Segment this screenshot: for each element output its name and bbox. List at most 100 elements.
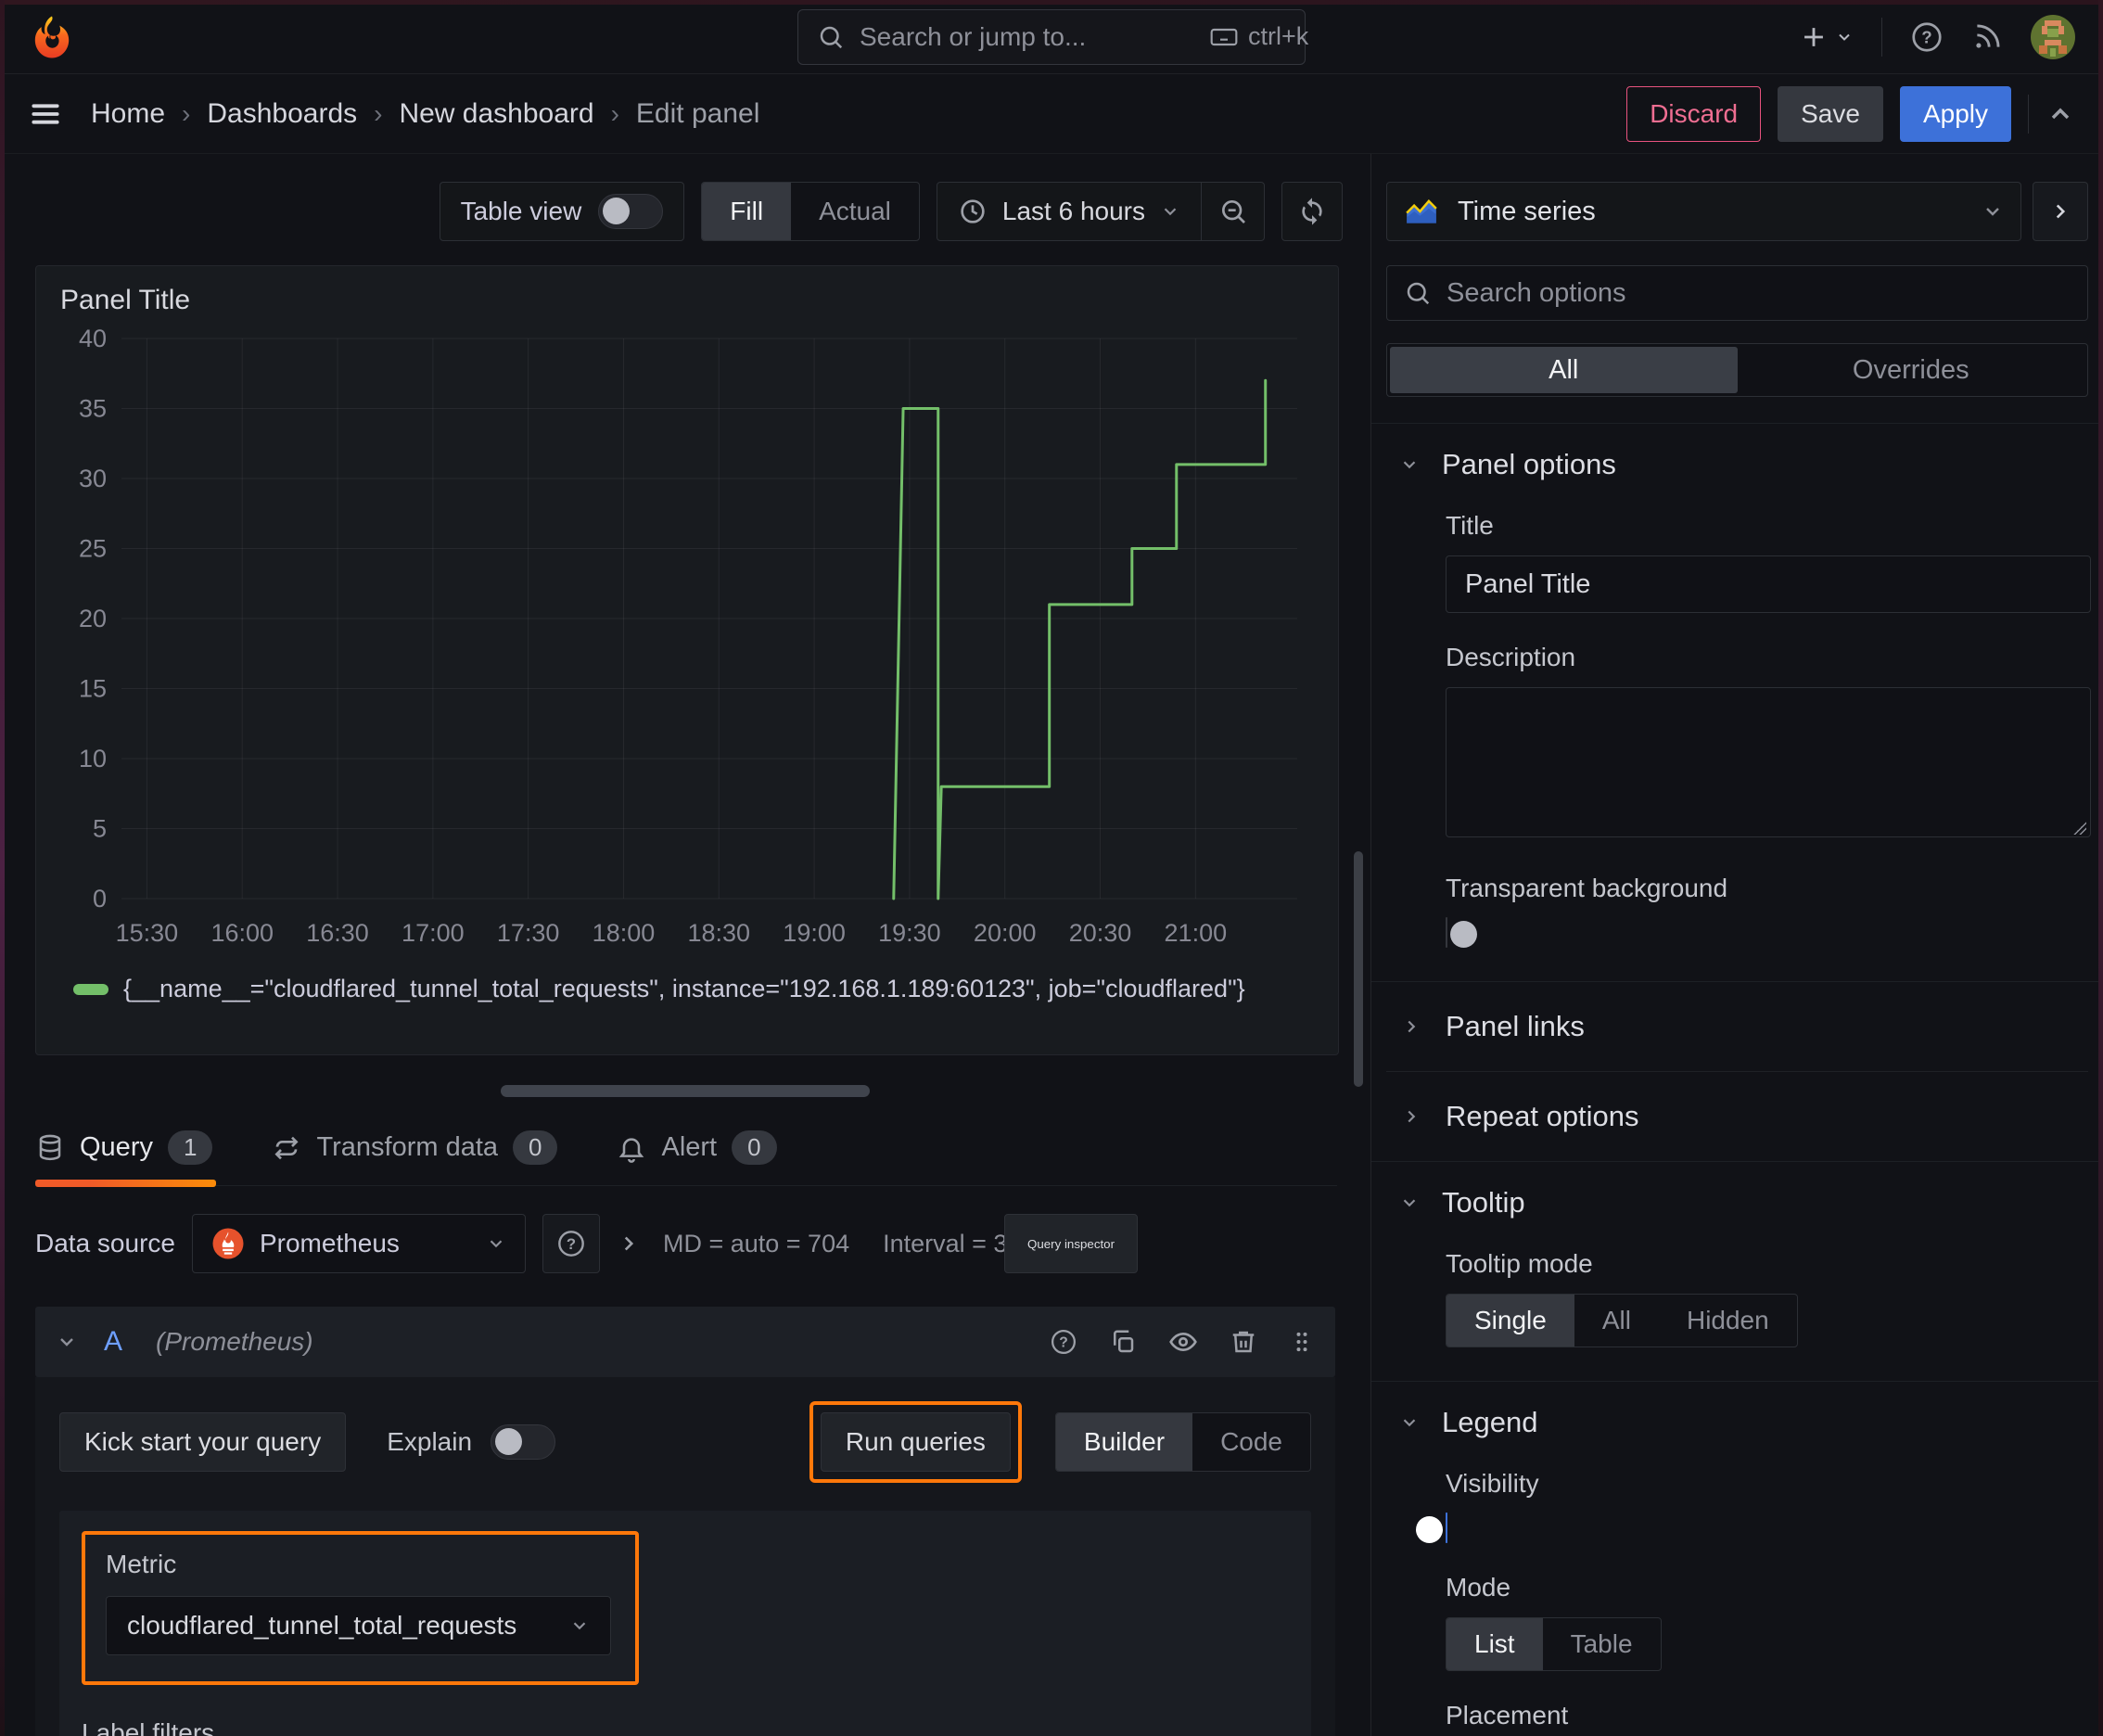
refresh-button[interactable] <box>1281 182 1343 241</box>
visualization-picker[interactable]: Time series <box>1386 182 2021 241</box>
svg-text:18:30: 18:30 <box>687 919 750 947</box>
segment-option-single[interactable]: Single <box>1447 1295 1574 1347</box>
legend-placement-label: Placement <box>1446 1701 1569 1730</box>
transparent-background-toggle[interactable] <box>1446 917 1447 948</box>
metric-label: Metric <box>106 1550 177 1578</box>
svg-text:15:30: 15:30 <box>116 919 179 947</box>
time-series-chart[interactable]: 0 5 10 15 20 25 30 35 40 15:30 16:00 16:30 17:00 17:3… <box>60 324 1319 973</box>
kick-start-button[interactable]: Kick start your query <box>59 1412 347 1472</box>
svg-text:30: 30 <box>79 465 107 492</box>
description-label: Description <box>1446 643 1576 671</box>
section-repeat-options[interactable]: Repeat options <box>1386 1071 2088 1161</box>
time-range-button[interactable]: Last 6 hours <box>937 197 1201 226</box>
toggle-viz-pane-button[interactable] <box>2033 182 2088 241</box>
section-panel-links[interactable]: Panel links <box>1386 982 2088 1071</box>
svg-text:?: ? <box>567 1235 576 1253</box>
svg-text:10: 10 <box>79 745 107 772</box>
news-icon[interactable] <box>1971 21 2003 53</box>
duplicate-query-icon[interactable] <box>1109 1328 1137 1356</box>
chevron-down-icon <box>1399 454 1420 475</box>
svg-text:16:00: 16:00 <box>210 919 274 947</box>
datasource-picker[interactable]: Prometheus <box>191 1214 526 1273</box>
segment-option-actual[interactable]: Actual <box>791 183 919 240</box>
segment-option-code[interactable]: Code <box>1192 1413 1310 1471</box>
prometheus-icon <box>211 1227 245 1260</box>
metric-select[interactable]: cloudflared_tunnel_total_requests <box>106 1596 611 1655</box>
max-data-points: MD = auto = 704 <box>662 1229 850 1257</box>
panel-options-header[interactable]: Panel options <box>1386 448 2088 481</box>
delete-query-icon[interactable] <box>1230 1328 1257 1356</box>
query-inspector-button[interactable]: Query inspector <box>1003 1214 1139 1273</box>
svg-text:17:00: 17:00 <box>401 919 465 947</box>
segment-option-list[interactable]: List <box>1447 1618 1543 1670</box>
menu-icon[interactable] <box>28 96 63 132</box>
breadcrumb-item[interactable]: New dashboard <box>399 98 593 130</box>
breadcrumb-item[interactable]: Dashboards <box>207 98 357 130</box>
legend-series-name[interactable]: {__name__="cloudflared_tunnel_total_requ… <box>123 975 1245 1003</box>
datasource-help-button[interactable]: ? <box>542 1214 600 1273</box>
chevron-down-icon[interactable] <box>56 1331 78 1353</box>
description-textarea[interactable] <box>1446 687 2091 837</box>
breadcrumb-separator: › <box>374 98 383 128</box>
segment-option-fill[interactable]: Fill <box>702 183 792 240</box>
save-button[interactable]: Save <box>1778 85 1883 142</box>
drag-handle-icon[interactable] <box>1289 1329 1315 1355</box>
options-sidebar: Time series AllOverrides <box>1370 154 2103 1736</box>
window-frame-left <box>0 0 5 1736</box>
zoom-out-button[interactable] <box>1201 183 1264 240</box>
global-search-input[interactable] <box>860 21 1194 52</box>
scrollbar[interactable] <box>1354 851 1363 1087</box>
new-menu-button[interactable] <box>1798 21 1854 53</box>
svg-text:18:00: 18:00 <box>593 919 656 947</box>
collapse-header-icon[interactable] <box>2046 99 2075 129</box>
panel-title-input[interactable] <box>1446 555 2091 613</box>
help-icon[interactable]: ? <box>1910 20 1944 54</box>
chevron-down-icon <box>1399 1193 1420 1213</box>
legend-visibility-toggle[interactable] <box>1446 1513 1447 1543</box>
query-help-icon[interactable]: ? <box>1050 1328 1077 1356</box>
window-frame-right <box>2098 0 2103 1736</box>
segment-option-all[interactable]: All <box>1574 1295 1659 1347</box>
search-icon <box>817 23 845 51</box>
breadcrumb-item: Edit panel <box>635 97 760 129</box>
svg-text:5: 5 <box>93 815 107 843</box>
tab-transform-data[interactable]: Transform data 0 <box>272 1121 561 1185</box>
visibility-label: Visibility <box>1446 1469 1539 1498</box>
chevron-right-icon[interactable] <box>617 1232 641 1256</box>
discard-button[interactable]: Discard <box>1626 85 1762 142</box>
apply-button[interactable]: Apply <box>1899 85 2011 142</box>
svg-text:?: ? <box>1059 1335 1068 1351</box>
grafana-logo-icon[interactable] <box>28 13 76 61</box>
avatar[interactable] <box>2031 14 2075 59</box>
legend-swatch[interactable] <box>73 983 108 995</box>
options-search[interactable] <box>1386 265 2088 321</box>
segment-option-overrides[interactable]: Overrides <box>1738 347 2085 393</box>
tab-query[interactable]: Query 1 <box>35 1121 217 1187</box>
breadcrumb-item[interactable]: Home <box>91 98 165 130</box>
breadcrumb: Home › Dashboards › New dashboard › Edit panel <box>91 98 759 130</box>
bell-icon <box>617 1133 646 1163</box>
panel-preview: Panel Title 0 5 10 15 20 25 30 35 40 15:30 16:00 16… <box>35 265 1339 1055</box>
svg-text:25: 25 <box>79 535 107 563</box>
query-row-header[interactable]: A (Prometheus) ? <box>35 1307 1335 1377</box>
time-series-viz-icon <box>1404 194 1439 229</box>
pane-resize-handle[interactable] <box>501 1085 870 1097</box>
tooltip-heading: Tooltip <box>1442 1186 1525 1219</box>
segment-option-hidden[interactable]: Hidden <box>1659 1295 1797 1347</box>
visualization-label: Time series <box>1458 196 1596 226</box>
explain-toggle[interactable] <box>491 1424 556 1460</box>
segment-option-table[interactable]: Table <box>1543 1618 1661 1670</box>
run-queries-button[interactable]: Run queries <box>820 1412 1011 1472</box>
global-search[interactable]: ctrl+k <box>797 8 1308 65</box>
chevron-down-icon <box>486 1233 506 1254</box>
hide-query-icon[interactable] <box>1168 1327 1198 1357</box>
segment-option-builder[interactable]: Builder <box>1055 1413 1193 1471</box>
query-datasource-hint: (Prometheus) <box>156 1327 313 1356</box>
legend-header[interactable]: Legend <box>1386 1406 2088 1439</box>
metric-highlight: Metric cloudflared_tunnel_total_requests <box>82 1531 639 1685</box>
segment-option-all[interactable]: All <box>1390 347 1738 393</box>
tab-alert[interactable]: Alert 0 <box>617 1121 780 1185</box>
options-search-input[interactable] <box>1447 277 2071 309</box>
table-view-toggle[interactable] <box>598 194 664 229</box>
tooltip-header[interactable]: Tooltip <box>1386 1186 2088 1219</box>
